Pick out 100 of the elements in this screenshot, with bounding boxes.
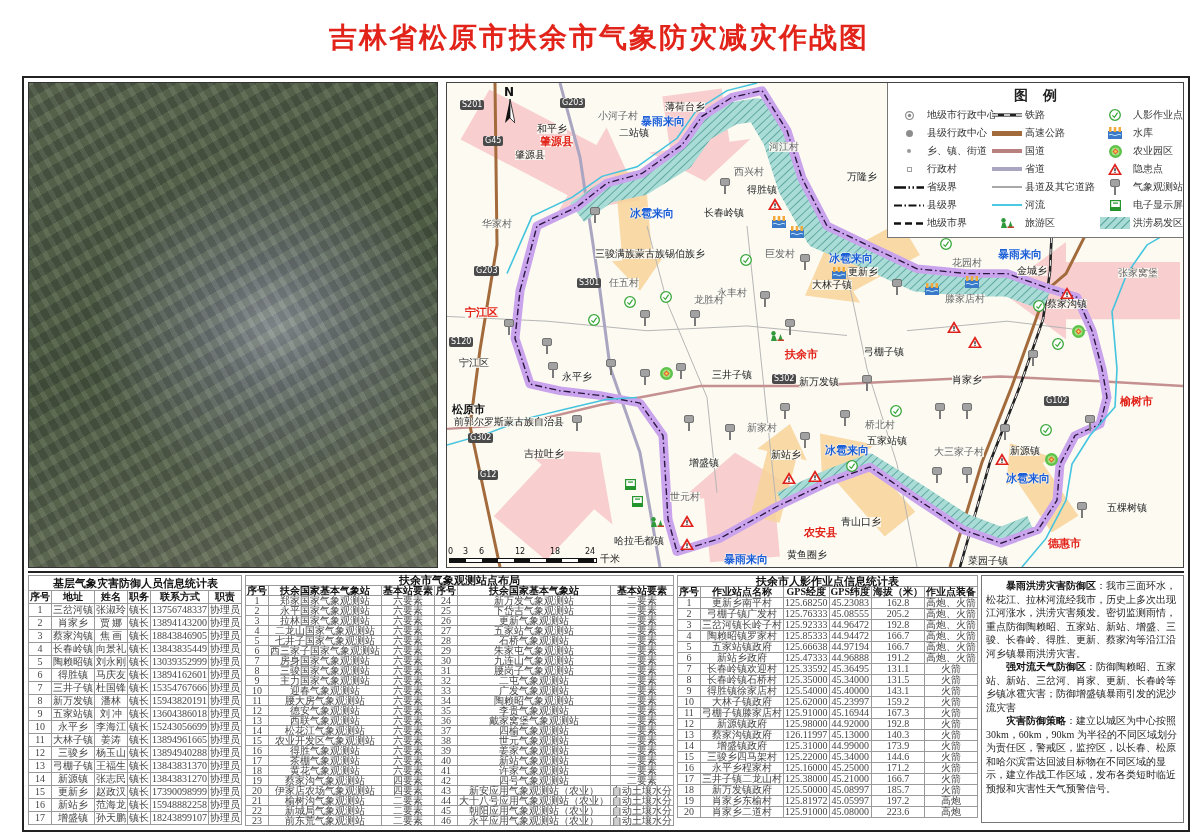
table-cell: 17390098999 (150, 785, 209, 799)
table-cell: 火箭 (924, 663, 978, 675)
dashed-line-icon (894, 221, 924, 225)
region-label: 宁江区 (465, 306, 499, 318)
table-cell: 朝阳应用气象观测站（农业） (457, 805, 611, 816)
legend-title: 图 例 (1013, 87, 1058, 104)
table-cell: 192.8 (871, 619, 925, 631)
road-number-label: G203 (559, 98, 586, 109)
table-cell: 六要素 (381, 685, 435, 696)
table-cell: 5 (677, 641, 701, 653)
village-label: 新家村 (747, 423, 777, 434)
table-cell: 火箭 (924, 674, 978, 686)
table-cell: 李贵气象观测站 (457, 705, 611, 716)
village-label: 张家窝堡 (1118, 267, 1158, 278)
place-label: 万隆乡 (847, 171, 877, 182)
table-cell: 镇长 (127, 798, 151, 812)
warning-triangle-icon (680, 538, 694, 551)
table-cell: 43 (434, 785, 458, 796)
circled-tick-icon (846, 460, 858, 473)
table-cell: 140.3 (871, 729, 925, 741)
column-header: 扶余国家基本气象站 (457, 585, 611, 596)
ringed-dot-icon (904, 110, 914, 120)
table-cell: 世元气象观测站 (457, 735, 611, 746)
table-cell: 协理员 (208, 720, 242, 734)
table-cell: 5 (28, 655, 52, 669)
table-cell: 12 (677, 718, 701, 730)
table-cell: 二要素 (610, 605, 674, 616)
table-cell: 125.91000 (783, 707, 829, 719)
table-cell: 2 (677, 608, 701, 620)
table-cell: 13 (677, 729, 701, 741)
table-cell: 18 (245, 765, 269, 776)
table-cell: 11 (28, 733, 52, 747)
circled-tick-icon (890, 405, 902, 418)
table-cell: 协理员 (208, 616, 242, 630)
table-cell: 125.50000 (783, 784, 829, 796)
table-cell: 二要素 (610, 745, 674, 756)
signpost-icon (684, 414, 694, 431)
table-cell: 王福生 (94, 759, 128, 773)
north-label: N (503, 85, 514, 98)
table-cell: 18 (677, 784, 701, 796)
table-cell: 房身国家气象观测站 (268, 655, 382, 666)
warning-triangle-icon (968, 335, 982, 348)
table-cell: 腰岗子气象观测站 (457, 665, 611, 676)
table-cell: 三骏国家气象观测站 (268, 665, 382, 676)
table-cell: 姜涛 (94, 733, 128, 747)
table-cell: 火箭 (924, 707, 978, 719)
signpost-icon (719, 178, 730, 195)
table-cell: 镇长 (127, 694, 151, 708)
signpost-icon (690, 309, 700, 326)
dam-icon (965, 276, 979, 289)
diamond-badge-icon (1045, 452, 1058, 466)
table-cell: 大林子镇 (51, 733, 95, 747)
column-header: GPS纬度 (829, 586, 872, 598)
table-cell: 173.9 (871, 740, 925, 752)
village-label: 小河子村 (598, 110, 638, 121)
table-cell: 新源镇政府 (700, 718, 784, 730)
legend-label: 高速公路 (1025, 128, 1065, 139)
legend-label: 电子显示屏 (1133, 200, 1183, 211)
legend-label: 地级市界 (927, 218, 967, 229)
table-cell: 5 (245, 635, 269, 646)
table-cell: 高炮、火箭 (924, 630, 978, 642)
signpost-icon (800, 431, 810, 448)
table-cell: 赵政汉 (94, 785, 128, 799)
table-cell: 肖家乡东榆村 (700, 795, 784, 807)
signpost-icon (892, 279, 902, 296)
table-cell: 六要素 (381, 705, 435, 716)
table-cell: 七井子国家气象观测站 (268, 635, 382, 646)
diamond-badge-icon (660, 366, 673, 380)
table-cell: 21 (245, 795, 269, 806)
table-cell: 二要素 (610, 635, 674, 646)
table-cell: 新安应用气象观测站（农业） (457, 785, 611, 796)
place-label: 五棵树镇 (1106, 503, 1147, 514)
table-cell: 自动土壤水分 (610, 795, 674, 806)
dam-icon (925, 283, 940, 296)
table-cell: 三井子镇二龙山村 (700, 773, 784, 785)
table-cell: 14 (28, 772, 52, 786)
table-cell: 火箭 (924, 740, 978, 752)
place-label: 薄荷台乡 (665, 102, 705, 113)
table-cell: 125.31000 (783, 740, 829, 752)
table-cell: 二要素 (610, 755, 674, 766)
scale-tick-label: 6 (479, 547, 485, 556)
table-cell: 迎春气象观测站 (268, 685, 382, 696)
table-cell: 火箭 (924, 696, 978, 708)
column-header: 地址 (51, 590, 95, 604)
circled-tick-icon (1109, 109, 1121, 122)
village-label: 华家村 (482, 219, 513, 230)
road-line-icon (992, 186, 1022, 189)
place-label: 三井子镇 (712, 369, 753, 380)
signpost-icon (1110, 179, 1120, 196)
table-cell: 马庆友 (94, 668, 128, 682)
signpost-icon (725, 424, 735, 441)
table-cell: 14 (677, 740, 701, 752)
table-cell: 13039352999 (150, 655, 209, 669)
table-cell: 125.38000 (783, 773, 829, 785)
table-cell: 32 (434, 675, 458, 686)
table-cell: 25 (434, 605, 458, 616)
table-cell: 五家站气象观测站 (457, 625, 611, 636)
table-cell: 二要素 (610, 595, 674, 606)
table-cell: 得胜镇 (51, 668, 95, 682)
place-label: 大林子镇 (811, 280, 852, 291)
